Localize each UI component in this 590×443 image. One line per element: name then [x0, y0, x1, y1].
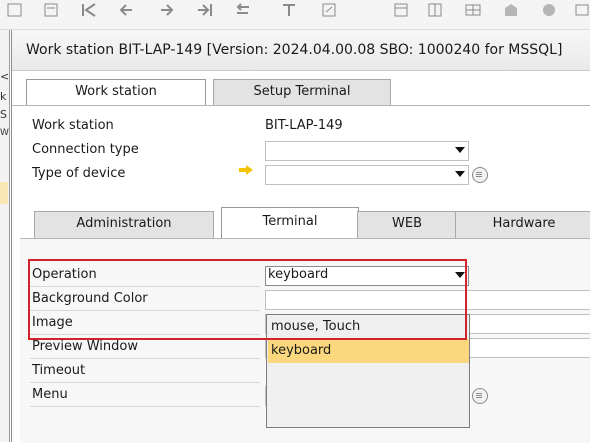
forward-icon[interactable] — [158, 2, 176, 18]
previous-record-icon[interactable] — [42, 2, 60, 18]
settings-icon[interactable] — [540, 2, 558, 18]
document-icon[interactable] — [320, 2, 338, 18]
copy-icon[interactable] — [392, 2, 410, 18]
tab-terminal[interactable]: Terminal — [221, 207, 359, 238]
label-type-of-device: Type of device — [32, 166, 126, 181]
dropdown-option-keyboard[interactable]: keyboard — [268, 339, 469, 363]
table-icon[interactable] — [464, 2, 482, 18]
dropdown-arrow-icon — [455, 147, 465, 153]
tab-work-station[interactable]: Work station — [26, 79, 206, 106]
back-icon[interactable] — [80, 2, 98, 18]
tab-divider — [12, 105, 590, 106]
first-record-icon[interactable] — [6, 2, 24, 18]
row-separator — [30, 358, 260, 359]
tab-setup-terminal[interactable]: Setup Terminal — [213, 79, 391, 106]
info-menu-icon[interactable] — [472, 167, 488, 183]
background-window-text: W — [0, 128, 9, 138]
dropdown-arrow-icon — [455, 171, 465, 177]
tab-administration[interactable]: Administration — [34, 211, 214, 238]
tab-hardware[interactable]: Hardware — [455, 211, 590, 238]
label-timeout: Timeout — [32, 363, 86, 378]
background-window: < k S W — [0, 30, 10, 442]
previous-icon[interactable] — [118, 2, 136, 18]
label-menu: Menu — [32, 387, 68, 402]
background-window-text: S — [0, 108, 7, 121]
window-title: Work station BIT-LAP-149 [Version: 2024.… — [12, 30, 590, 71]
refresh-icon[interactable] — [234, 2, 252, 18]
background-window-text: k — [0, 90, 7, 103]
label-connection-type: Connection type — [32, 142, 139, 157]
yellow-arrow-icon — [239, 165, 253, 175]
background-window-text: < — [0, 70, 10, 83]
row-separator — [30, 382, 260, 383]
info-menu-icon[interactable] — [472, 388, 488, 404]
background-window-highlight — [0, 182, 8, 204]
more-icon[interactable] — [574, 2, 590, 18]
last-record-icon[interactable] — [196, 2, 214, 18]
connection-type-select[interactable] — [265, 141, 469, 161]
label-work-station: Work station — [32, 118, 114, 133]
workstation-dialog: Work station BIT-LAP-149 [Version: 2024.… — [11, 30, 590, 443]
label-preview-window: Preview Window — [32, 339, 138, 354]
toolbar — [0, 0, 590, 30]
type-of-device-select[interactable] — [265, 165, 469, 185]
row-separator — [30, 406, 260, 407]
tab-web[interactable]: WEB — [357, 211, 457, 238]
annotation-highlight-box — [28, 259, 467, 340]
filter-icon[interactable] — [280, 2, 298, 18]
paste-icon[interactable] — [426, 2, 444, 18]
value-work-station: BIT-LAP-149 — [265, 118, 343, 133]
layout-icon[interactable] — [502, 2, 520, 18]
